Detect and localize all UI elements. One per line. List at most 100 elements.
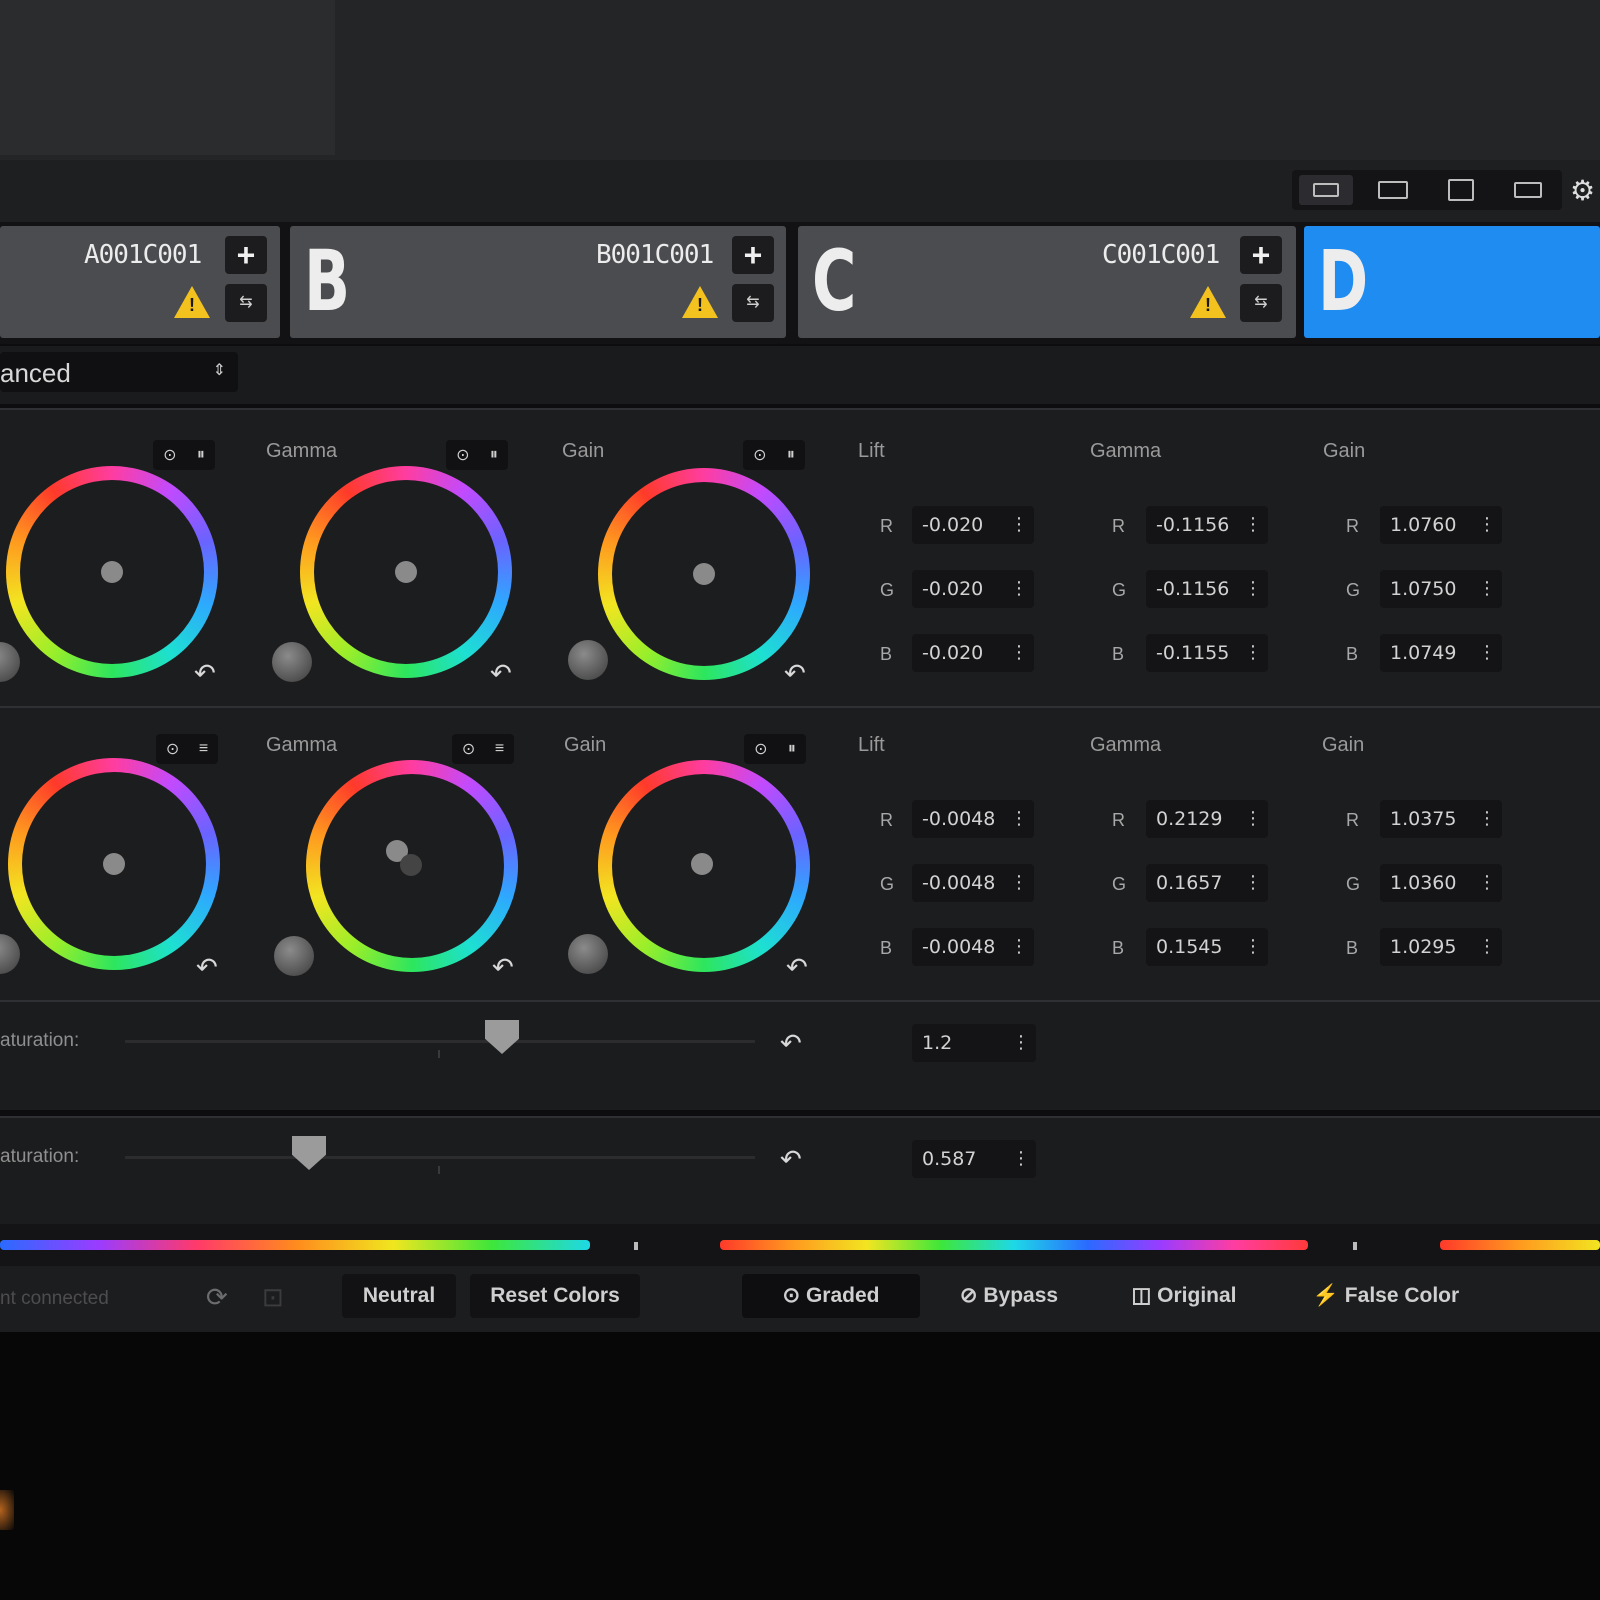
spinner-icon[interactable]: ⋮ [1478,928,1496,966]
spinner-icon[interactable]: ⋮ [1244,800,1262,838]
layout-grid-button[interactable] [1501,175,1555,205]
layout-wide-button[interactable] [1366,175,1420,205]
spinner-icon[interactable]: ⋮ [1244,864,1262,902]
gear-icon[interactable]: ⚙ [1570,176,1600,206]
add-clip-button[interactable]: + [1240,236,1282,274]
spinner-icon[interactable]: ⋮ [1012,1024,1030,1062]
gamma-r-field[interactable]: -0.1156 ⋮ [1146,506,1268,544]
wheel-puck[interactable] [691,853,713,875]
gamma-b-field[interactable]: -0.1155 ⋮ [1146,634,1268,672]
spinner-icon[interactable]: ⋮ [1010,570,1028,608]
menu-icon[interactable]: ≡ [199,740,208,758]
layout-single-button[interactable] [1298,175,1353,205]
gain-b-field[interactable]: 1.0295 ⋮ [1380,928,1502,966]
spinner-icon[interactable]: ⋮ [1478,800,1496,838]
lift-g-field[interactable]: -0.0048 ⋮ [912,864,1034,902]
camera-b-tile[interactable]: B B001C001 + ! ⇆ [290,226,786,338]
enable-icon[interactable]: ⊙ [462,739,475,759]
master-knob[interactable] [568,640,608,680]
mode-select[interactable]: anced ⇕ [0,352,238,392]
spinner-icon[interactable]: ⋮ [1010,864,1028,902]
saturation-value-field[interactable]: 1.2 ⋮ [912,1024,1036,1062]
gain-r-field[interactable]: 1.0760 ⋮ [1380,506,1502,544]
hue-bar[interactable] [0,1240,590,1250]
spinner-icon[interactable]: ⋮ [1010,634,1028,672]
spinner-icon[interactable]: ⋮ [1478,634,1496,672]
wheel-controls[interactable]: ⊙ ⏸ [153,440,215,470]
saturation-value-field[interactable]: 0.587 ⋮ [912,1140,1036,1178]
lift-r-field[interactable]: -0.020 ⋮ [912,506,1034,544]
neutral-button[interactable]: Neutral [342,1274,456,1318]
gain-r-field[interactable]: 1.0375 ⋮ [1380,800,1502,838]
enable-icon[interactable]: ⊙ [163,445,176,465]
gain-g-field[interactable]: 1.0360 ⋮ [1380,864,1502,902]
color-wheel-gamma[interactable] [306,760,518,972]
camera-a-tile[interactable]: A001C001 + ! ⇆ [0,226,280,338]
master-knob[interactable] [0,642,20,682]
spinner-icon[interactable]: ⋮ [1244,506,1262,544]
swap-button[interactable]: ⇆ [225,284,267,322]
reset-icon[interactable]: ↶ [490,658,512,689]
hue-bar[interactable] [1440,1240,1600,1250]
wheel-puck[interactable] [101,561,123,583]
wheel-controls[interactable]: ⊙ ≡ [156,734,218,764]
spinner-icon[interactable]: ⋮ [1010,800,1028,838]
lift-b-field[interactable]: -0.020 ⋮ [912,634,1034,672]
reset-icon[interactable]: ↶ [492,952,514,983]
add-clip-button[interactable]: + [225,236,267,274]
reset-icon[interactable]: ↶ [786,952,808,983]
gamma-r-field[interactable]: 0.2129 ⋮ [1146,800,1268,838]
gain-b-field[interactable]: 1.0749 ⋮ [1380,634,1502,672]
pause-icon[interactable]: ⏸ [787,446,795,464]
bypass-button[interactable]: ⊘ Bypass [930,1274,1088,1318]
wheel-puck[interactable] [103,853,125,875]
saturation-slider-thumb[interactable] [292,1136,326,1170]
wheel-controls[interactable]: ⊙ ⏸ [744,734,806,764]
spinner-icon[interactable]: ⋮ [1478,864,1496,902]
spinner-icon[interactable]: ⋮ [1244,570,1262,608]
wheel-puck[interactable] [693,563,715,585]
camera-icon[interactable]: ⊡ [262,1282,284,1313]
camera-d-tile[interactable]: D [1304,226,1600,338]
swap-button[interactable]: ⇆ [732,284,774,322]
enable-icon[interactable]: ⊙ [166,739,179,759]
master-knob[interactable] [272,642,312,682]
saturation-slider-track[interactable] [125,1040,755,1043]
color-wheel-gain[interactable] [598,760,810,972]
spinner-icon[interactable]: ⋮ [1478,570,1496,608]
color-wheel-gamma[interactable] [300,466,512,678]
hue-bar[interactable] [720,1240,1308,1250]
lift-b-field[interactable]: -0.0048 ⋮ [912,928,1034,966]
reset-icon[interactable]: ↶ [780,1028,802,1059]
wheel-puck[interactable] [395,561,417,583]
swap-button[interactable]: ⇆ [1240,284,1282,322]
color-wheel-gain[interactable] [598,468,810,680]
gamma-g-field[interactable]: 0.1657 ⋮ [1146,864,1268,902]
gain-g-field[interactable]: 1.0750 ⋮ [1380,570,1502,608]
layout-split-button[interactable] [1434,175,1488,205]
wheel-controls[interactable]: ⊙ ≡ [452,734,514,764]
reset-icon[interactable]: ↶ [194,658,216,689]
wheel-controls[interactable]: ⊙ ⏸ [446,440,508,470]
spinner-icon[interactable]: ⋮ [1244,928,1262,966]
spinner-icon[interactable]: ⋮ [1012,1140,1030,1178]
spinner-icon[interactable]: ⋮ [1244,634,1262,672]
saturation-slider-thumb[interactable] [485,1020,519,1054]
menu-icon[interactable]: ≡ [495,740,504,758]
gamma-b-field[interactable]: 0.1545 ⋮ [1146,928,1268,966]
enable-icon[interactable]: ⊙ [456,445,469,465]
lift-r-field[interactable]: -0.0048 ⋮ [912,800,1034,838]
color-wheel-lift[interactable] [6,466,218,678]
pause-icon[interactable]: ⏸ [788,740,796,758]
reset-icon[interactable]: ↶ [196,952,218,983]
reset-colors-button[interactable]: Reset Colors [470,1274,640,1318]
loop-icon[interactable]: ⟳ [206,1282,228,1313]
master-knob[interactable] [568,934,608,974]
master-knob[interactable] [0,934,20,974]
gamma-g-field[interactable]: -0.1156 ⋮ [1146,570,1268,608]
reset-icon[interactable]: ↶ [780,1144,802,1175]
pause-icon[interactable]: ⏸ [490,446,498,464]
enable-icon[interactable]: ⊙ [754,739,767,759]
spinner-icon[interactable]: ⋮ [1010,928,1028,966]
wheel-controls[interactable]: ⊙ ⏸ [743,440,805,470]
